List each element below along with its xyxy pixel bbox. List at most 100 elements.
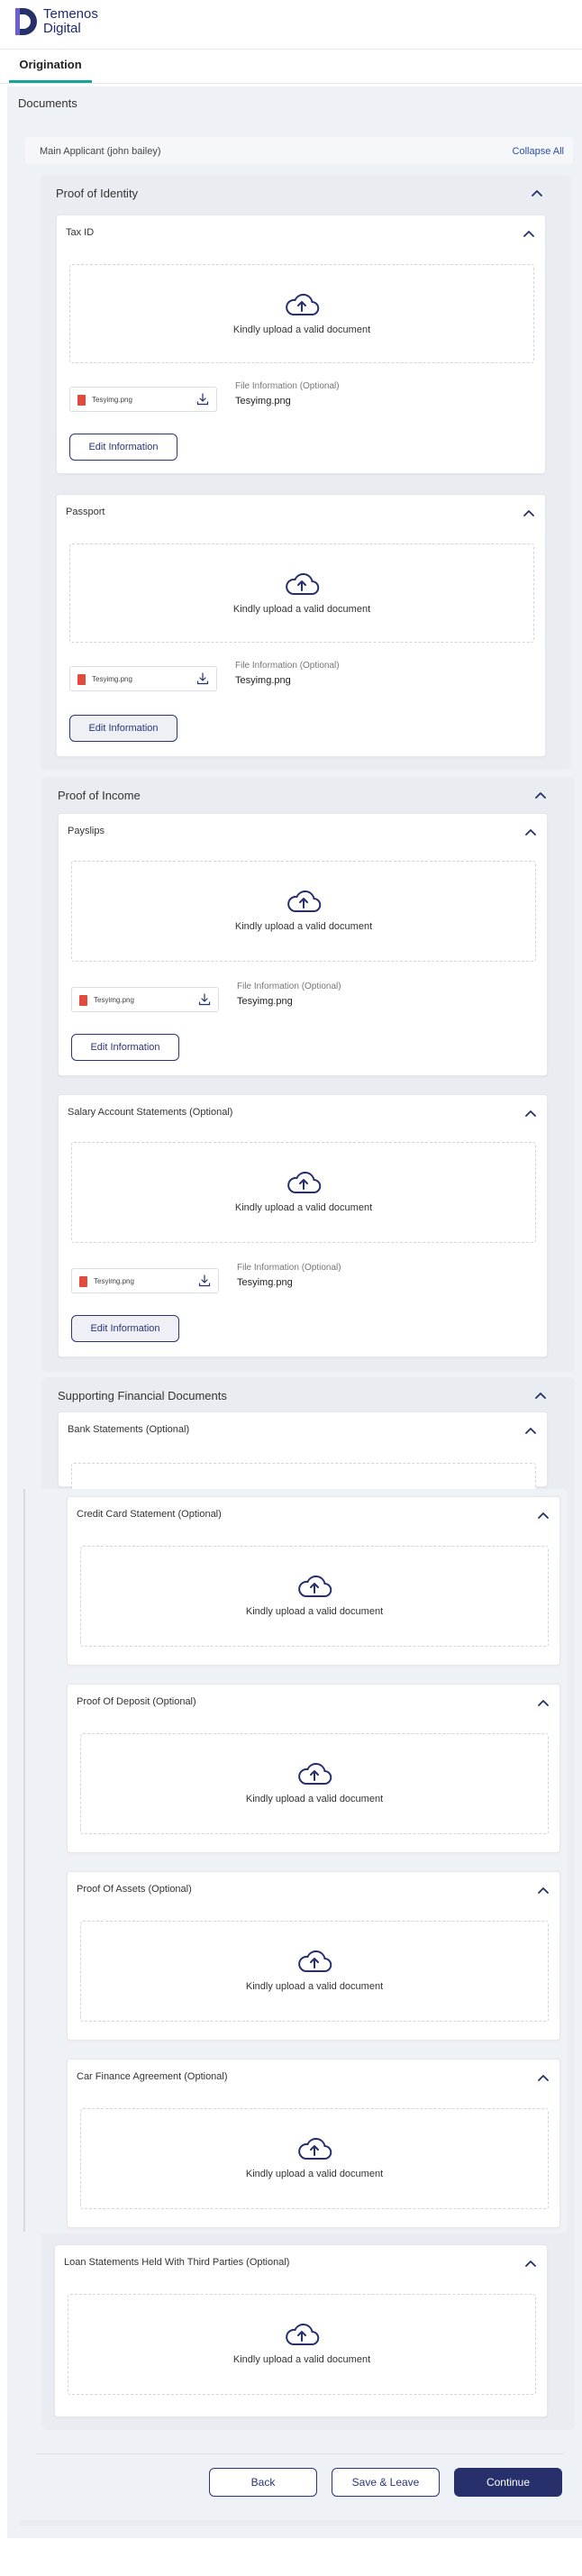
- bottom-scrollbar[interactable]: [20, 2520, 582, 2526]
- upload-dropzone[interactable]: Kindly upload a valid document: [69, 544, 534, 643]
- upload-text: Kindly upload a valid document: [245, 1981, 384, 1992]
- upload-dropzone[interactable]: Kindly upload a valid document: [80, 2108, 549, 2209]
- document-card-proof-of-deposit: Proof Of Deposit (Optional) Kindly uploa…: [67, 1684, 560, 1853]
- file-name: Tesyimg.png: [92, 396, 132, 404]
- collapse-all-link[interactable]: Collapse All: [513, 146, 564, 157]
- file-info-label: File Information (Optional): [237, 982, 341, 991]
- chevron-up-icon[interactable]: [538, 1699, 549, 1706]
- footer-divider: [36, 2453, 564, 2454]
- cloud-upload-icon: [284, 571, 320, 597]
- edit-information-button[interactable]: Edit Information: [71, 1315, 179, 1342]
- file-chip[interactable]: Tesyimg.png: [69, 387, 217, 412]
- chevron-up-icon[interactable]: [532, 189, 542, 196]
- file-info-value: Tesyimg.png: [235, 675, 291, 686]
- card-title: Passport: [66, 507, 105, 517]
- file-icon: [77, 674, 86, 685]
- chevron-up-icon[interactable]: [523, 230, 534, 237]
- card-title: Proof Of Deposit (Optional): [77, 1696, 196, 1707]
- file-icon: [79, 1276, 87, 1287]
- upload-text: Kindly upload a valid document: [245, 2169, 384, 2179]
- chevron-up-icon[interactable]: [525, 1110, 536, 1117]
- upload-dropzone[interactable]: Kindly upload a valid document: [68, 2294, 536, 2395]
- section-title: Proof of Identity: [56, 187, 139, 200]
- upload-text: Kindly upload a valid document: [245, 1794, 384, 1804]
- chevron-up-icon[interactable]: [523, 509, 534, 516]
- card-title: Car Finance Agreement (Optional): [77, 2071, 228, 2082]
- document-card-payslips: Payslips Kindly upload a valid document …: [58, 813, 548, 1076]
- document-card-salary-statements: Salary Account Statements (Optional) Kin…: [58, 1094, 548, 1357]
- chevron-up-icon[interactable]: [525, 2260, 536, 2267]
- chevron-up-icon[interactable]: [538, 1886, 549, 1894]
- brand-name-line1: Temenos: [43, 6, 98, 22]
- document-card-passport: Passport Kindly upload a valid document …: [56, 494, 546, 757]
- cloud-upload-icon: [286, 889, 322, 914]
- document-card-bank-statements: Bank Statements (Optional): [58, 1411, 548, 1499]
- card-title: Loan Statements Held With Third Parties …: [64, 2257, 290, 2268]
- file-name: Tesyimg.png: [94, 996, 134, 1004]
- file-chip[interactable]: Tesyimg.png: [71, 987, 219, 1012]
- upload-text: Kindly upload a valid document: [232, 604, 371, 615]
- upload-dropzone[interactable]: Kindly upload a valid document: [71, 861, 536, 962]
- file-name: Tesyimg.png: [94, 1277, 134, 1285]
- document-card-tax-id: Tax ID Kindly upload a valid document Te…: [56, 215, 546, 474]
- card-title: Salary Account Statements (Optional): [68, 1107, 233, 1118]
- edit-information-button[interactable]: Edit Information: [69, 715, 177, 742]
- upload-dropzone[interactable]: Kindly upload a valid document: [80, 1921, 549, 2022]
- chevron-up-icon[interactable]: [525, 828, 536, 836]
- upload-text: Kindly upload a valid document: [234, 921, 373, 932]
- cloud-upload-icon: [296, 1761, 332, 1786]
- file-icon: [77, 395, 86, 406]
- back-button[interactable]: Back: [209, 2468, 317, 2497]
- download-icon[interactable]: [196, 393, 209, 406]
- cloud-upload-icon: [296, 1574, 332, 1599]
- nested-divider: [23, 1489, 25, 2232]
- edit-information-button[interactable]: Edit Information: [71, 1034, 179, 1061]
- page-title: Documents: [18, 96, 77, 110]
- upload-dropzone[interactable]: Kindly upload a valid document: [80, 1733, 549, 1834]
- upload-text: Kindly upload a valid document: [245, 1606, 384, 1617]
- document-card-credit-card-statement: Credit Card Statement (Optional) Kindly …: [67, 1496, 560, 1666]
- temenos-logo-icon: [15, 8, 37, 35]
- file-info-value: Tesyimg.png: [237, 996, 293, 1007]
- file-info-label: File Information (Optional): [235, 661, 340, 671]
- upload-dropzone[interactable]: Kindly upload a valid document: [71, 1142, 536, 1243]
- save-and-leave-button[interactable]: Save & Leave: [332, 2468, 440, 2497]
- upload-dropzone[interactable]: Kindly upload a valid document: [80, 1546, 549, 1647]
- card-title: Bank Statements (Optional): [68, 1424, 190, 1435]
- download-icon[interactable]: [196, 672, 209, 685]
- chevron-up-icon[interactable]: [535, 1392, 546, 1399]
- section-title: Proof of Income: [58, 789, 141, 802]
- document-card-car-finance-agreement: Car Finance Agreement (Optional) Kindly …: [67, 2059, 560, 2228]
- card-title: Tax ID: [66, 227, 95, 238]
- upload-text: Kindly upload a valid document: [232, 2354, 371, 2365]
- chevron-up-icon[interactable]: [538, 2074, 549, 2081]
- cloud-upload-icon: [296, 2136, 332, 2161]
- tab-divider: [0, 83, 582, 84]
- download-icon[interactable]: [198, 993, 211, 1006]
- cloud-upload-icon: [286, 1170, 322, 1195]
- cloud-upload-icon: [284, 292, 320, 317]
- file-icon: [79, 995, 87, 1006]
- continue-button[interactable]: Continue: [454, 2468, 562, 2497]
- chevron-up-icon[interactable]: [538, 1512, 549, 1519]
- file-chip[interactable]: Tesyimg.png: [69, 666, 217, 691]
- file-info-label: File Information (Optional): [235, 381, 340, 391]
- upload-text: Kindly upload a valid document: [234, 1202, 373, 1213]
- applicant-name: Main Applicant (john bailey): [40, 146, 161, 157]
- upload-text: Kindly upload a valid document: [232, 324, 371, 335]
- edit-information-button[interactable]: Edit Information: [69, 434, 177, 461]
- tab-origination[interactable]: Origination: [9, 58, 92, 83]
- document-card-loan-statements: Loan Statements Held With Third Parties …: [54, 2244, 548, 2417]
- cloud-upload-icon: [296, 1949, 332, 1974]
- file-info-value: Tesyimg.png: [235, 396, 291, 406]
- file-chip[interactable]: Tesyimg.png: [71, 1268, 219, 1293]
- card-title: Credit Card Statement (Optional): [77, 1509, 222, 1520]
- chevron-up-icon[interactable]: [535, 791, 546, 799]
- download-icon[interactable]: [198, 1274, 211, 1287]
- brand-name-line2: Digital: [43, 21, 81, 36]
- upload-dropzone[interactable]: Kindly upload a valid document: [69, 264, 534, 363]
- chevron-up-icon[interactable]: [525, 1427, 536, 1434]
- brand-logo: Temenos Digital: [13, 5, 98, 38]
- cloud-upload-icon: [284, 2322, 320, 2347]
- header-divider: [0, 49, 582, 50]
